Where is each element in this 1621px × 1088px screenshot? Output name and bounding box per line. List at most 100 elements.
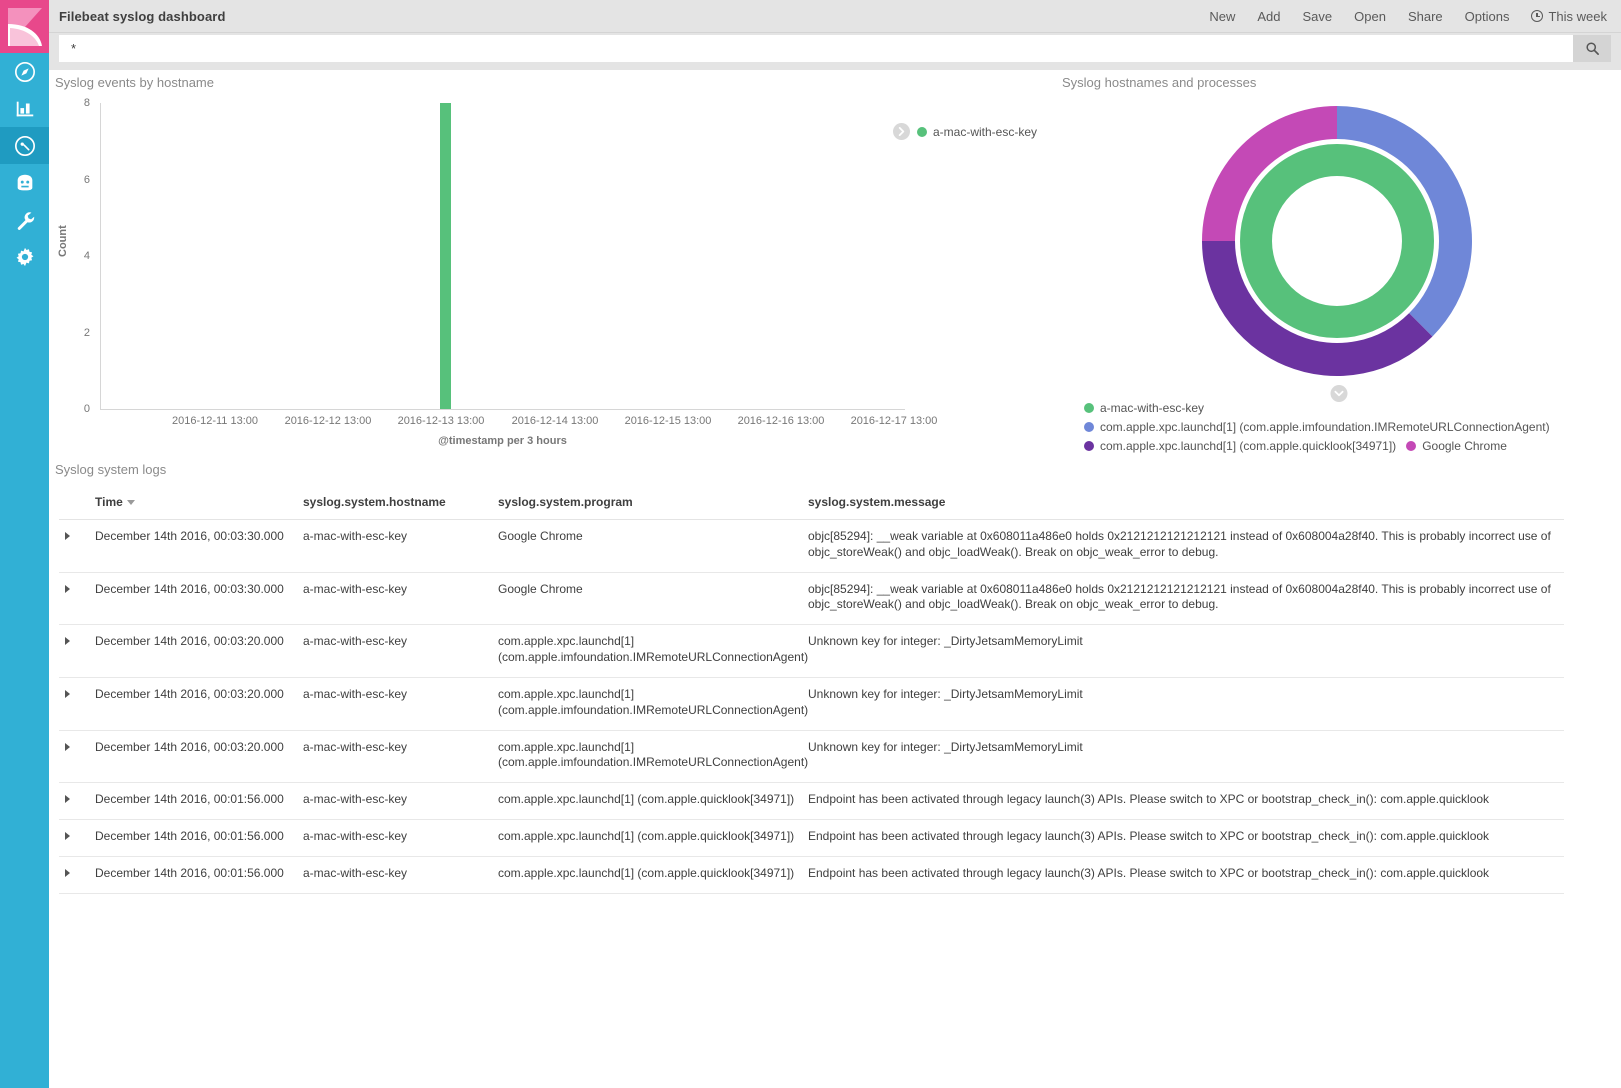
cell-time: December 14th 2016, 00:03:20.000 <box>89 625 297 678</box>
cell-time: December 14th 2016, 00:03:30.000 <box>89 520 297 573</box>
page-title: Filebeat syslog dashboard <box>59 9 226 24</box>
cell-program: com.apple.xpc.launchd[1] (com.apple.quic… <box>492 820 802 857</box>
donut-chart <box>1062 93 1615 389</box>
search-icon <box>1585 41 1600 56</box>
row-expand-cell[interactable] <box>59 572 89 625</box>
row-expand-cell[interactable] <box>59 730 89 783</box>
row-expand-cell[interactable] <box>59 520 89 573</box>
column-header-message[interactable]: syslog.system.message <box>802 487 1564 520</box>
cell-program: com.apple.xpc.launchd[1] (com.apple.imfo… <box>492 677 802 730</box>
table-row[interactable]: December 14th 2016, 00:03:20.000 a-mac-w… <box>59 677 1564 730</box>
dashboard-header: Filebeat syslog dashboard New Add Save O… <box>49 0 1621 33</box>
chevron-right-icon[interactable] <box>65 637 70 645</box>
sidebar-item-dashboard[interactable] <box>0 127 49 164</box>
panel-title-histogram: Syslog events by hostname <box>55 75 1062 90</box>
cell-hostname: a-mac-with-esc-key <box>297 520 492 573</box>
table-header-row: Time syslog.system.hostname syslog.syste… <box>59 487 1564 520</box>
y-tick-0: 0 <box>60 403 90 415</box>
table-row[interactable]: December 14th 2016, 00:03:20.000 a-mac-w… <box>59 730 1564 783</box>
nav-add-button[interactable]: Add <box>1246 9 1291 24</box>
clock-icon <box>1531 10 1543 22</box>
chevron-right-icon[interactable] <box>65 869 70 877</box>
y-tick-4: 4 <box>60 250 90 262</box>
column-header-hostname[interactable]: syslog.system.hostname <box>297 487 492 520</box>
y-tick-8: 8 <box>60 97 90 109</box>
nav-options-button[interactable]: Options <box>1454 9 1521 24</box>
table-row[interactable]: December 14th 2016, 00:03:30.000 a-mac-w… <box>59 520 1564 573</box>
cell-time: December 14th 2016, 00:01:56.000 <box>89 820 297 857</box>
timelion-icon <box>14 172 36 194</box>
table-row[interactable]: December 14th 2016, 00:03:20.000 a-mac-w… <box>59 625 1564 678</box>
nav-share-button[interactable]: Share <box>1397 9 1454 24</box>
chevron-right-icon[interactable] <box>65 832 70 840</box>
x-tick-4: 2016-12-15 13:00 <box>625 415 712 427</box>
kibana-logo[interactable] <box>0 0 49 53</box>
row-expand-cell[interactable] <box>59 625 89 678</box>
sidebar-item-timelion[interactable] <box>0 164 49 201</box>
cell-program: Google Chrome <box>492 520 802 573</box>
cell-hostname: a-mac-with-esc-key <box>297 625 492 678</box>
table-row[interactable]: December 14th 2016, 00:01:56.000 a-mac-w… <box>59 856 1564 893</box>
time-picker-button[interactable]: This week <box>1520 9 1609 24</box>
donut-legend-expand-button[interactable] <box>1330 385 1347 402</box>
donut-legend: a-mac-with-esc-key com.apple.xpc.launchd… <box>1084 401 1615 453</box>
nav-open-button[interactable]: Open <box>1343 9 1397 24</box>
cell-hostname: a-mac-with-esc-key <box>297 783 492 820</box>
legend-item-imfoundation[interactable]: com.apple.xpc.launchd[1] (com.apple.imfo… <box>1084 420 1615 434</box>
row-expand-cell[interactable] <box>59 783 89 820</box>
donut-svg[interactable] <box>1062 93 1615 389</box>
cell-program: Google Chrome <box>492 572 802 625</box>
search-input[interactable] <box>59 35 1573 62</box>
time-picker-label: This week <box>1548 9 1607 24</box>
nav-new-button[interactable]: New <box>1198 9 1246 24</box>
chevron-right-icon[interactable] <box>65 532 70 540</box>
y-tick-6: 6 <box>60 174 90 186</box>
y-tick-2: 2 <box>60 327 90 339</box>
legend-label: com.apple.xpc.launchd[1] (com.apple.imfo… <box>1100 420 1550 434</box>
cell-hostname: a-mac-with-esc-key <box>297 572 492 625</box>
search-button[interactable] <box>1573 35 1611 62</box>
legend-label: Google Chrome <box>1422 439 1507 453</box>
histogram-bar[interactable] <box>440 103 451 409</box>
chevron-right-icon[interactable] <box>65 743 70 751</box>
cell-message: Unknown key for integer: _DirtyJetsamMem… <box>802 625 1564 678</box>
row-expand-cell[interactable] <box>59 820 89 857</box>
legend-collapse-button[interactable] <box>893 123 910 140</box>
nav-save-button[interactable]: Save <box>1292 9 1344 24</box>
sidebar-item-visualize[interactable] <box>0 90 49 127</box>
bar-chart-icon <box>14 98 36 120</box>
table-row[interactable]: December 14th 2016, 00:01:56.000 a-mac-w… <box>59 820 1564 857</box>
legend-label: a-mac-with-esc-key <box>933 125 1037 139</box>
row-expand-cell[interactable] <box>59 856 89 893</box>
histogram-plot-area[interactable] <box>100 103 905 410</box>
dashboard-icon <box>14 135 36 157</box>
row-expand-cell[interactable] <box>59 677 89 730</box>
donut-inner-slice-a-mac-with-esc-key[interactable] <box>1256 160 1418 322</box>
legend-item-quicklook[interactable]: com.apple.xpc.launchd[1] (com.apple.quic… <box>1084 439 1396 453</box>
sidebar-item-discover[interactable] <box>0 53 49 90</box>
legend-item-a-mac-with-esc-key[interactable]: a-mac-with-esc-key <box>917 125 1037 139</box>
legend-item-google-chrome[interactable]: Google Chrome <box>1406 439 1507 453</box>
cell-message: objc[85294]: __weak variable at 0x608011… <box>802 520 1564 573</box>
legend-swatch-green <box>917 127 927 137</box>
panel-syslog-events-by-hostname: Syslog events by hostname Count 8 6 4 2 … <box>55 75 1062 460</box>
chevron-right-icon[interactable] <box>65 795 70 803</box>
sidebar-item-dev-tools[interactable] <box>0 201 49 238</box>
table-row[interactable]: December 14th 2016, 00:03:30.000 a-mac-w… <box>59 572 1564 625</box>
table-row[interactable]: December 14th 2016, 00:01:56.000 a-mac-w… <box>59 783 1564 820</box>
cell-program: com.apple.xpc.launchd[1] (com.apple.quic… <box>492 856 802 893</box>
cell-time: December 14th 2016, 00:03:20.000 <box>89 730 297 783</box>
sidebar-item-management[interactable] <box>0 238 49 275</box>
column-header-program[interactable]: syslog.system.program <box>492 487 802 520</box>
legend-item-a-mac-with-esc-key[interactable]: a-mac-with-esc-key <box>1084 401 1615 415</box>
chevron-right-icon[interactable] <box>65 585 70 593</box>
sort-descending-icon[interactable] <box>127 500 135 505</box>
cell-time: December 14th 2016, 00:03:30.000 <box>89 572 297 625</box>
cell-time: December 14th 2016, 00:01:56.000 <box>89 856 297 893</box>
legend-swatch-purple <box>1084 441 1094 451</box>
global-nav-sidebar <box>0 0 49 1088</box>
column-header-time[interactable]: Time <box>89 487 297 520</box>
chevron-right-icon[interactable] <box>65 690 70 698</box>
x-tick-0: 2016-12-11 13:00 <box>172 415 258 427</box>
cell-time: December 14th 2016, 00:03:20.000 <box>89 677 297 730</box>
